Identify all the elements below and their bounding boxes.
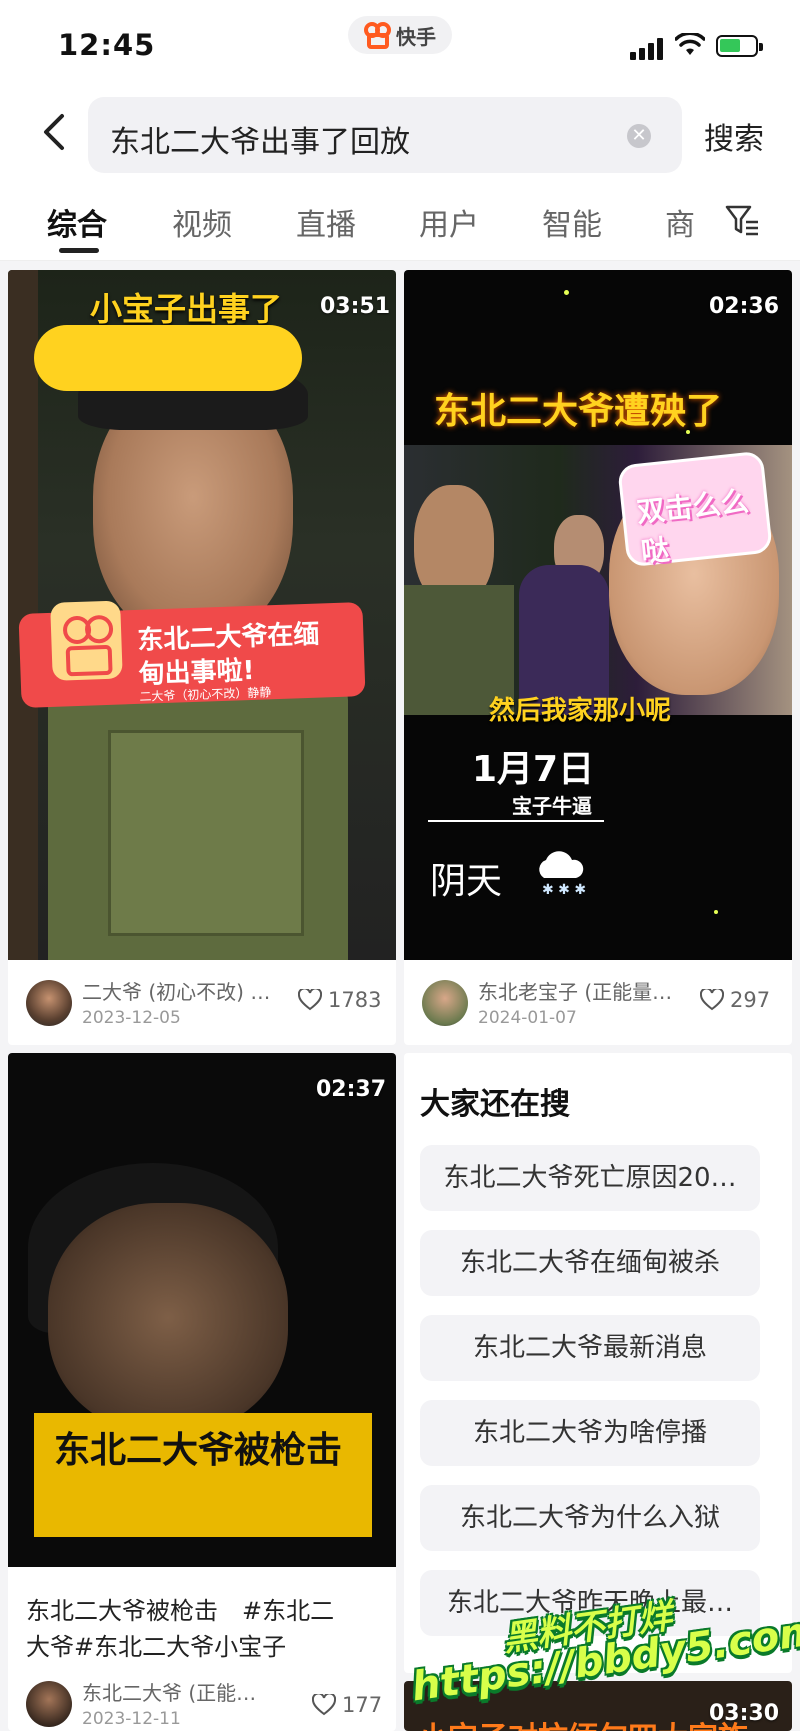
app-indicator[interactable]: 快手 — [348, 16, 452, 54]
video-card[interactable]: 小宝子出事了 03:51 东北二大爷在缅 甸出事啦! 二大爷（初心不改）静静 二… — [8, 270, 396, 1045]
date-overlay: 1月7日 — [472, 749, 595, 790]
heart-icon — [312, 1694, 336, 1716]
tab-user[interactable]: 用户 — [419, 200, 479, 244]
card-meta: 东北二大爷被枪击 #东北二 大爷#东北二大爷小宝子 东北二大爷 (正能… 202… — [8, 1567, 396, 1731]
video-card[interactable]: 东北二大爷遭殃了 02:36 双击么么哒 然后我家那小呢 1月7日 宝子牛逼 阴… — [404, 270, 792, 1045]
video-thumbnail: 02:37 东北二大爷被枪击 — [8, 1053, 396, 1567]
card-meta: 二大爷 (初心不改) … 2023-12-05 1783 — [8, 960, 396, 1045]
heart-icon — [298, 989, 322, 1011]
caption-line1: 东北二大爷被枪击 #东北二 — [26, 1597, 335, 1625]
avatar[interactable] — [422, 980, 468, 1026]
sign-text: 宝子牛逼 — [512, 794, 592, 818]
camera-icon — [50, 600, 123, 681]
video-duration: 02:37 — [316, 1077, 387, 1102]
video-thumbnail: 东北二大爷遭殃了 02:36 双击么么哒 然后我家那小呢 1月7日 宝子牛逼 阴… — [404, 270, 792, 960]
avatar[interactable] — [26, 1681, 72, 1727]
related-searches-title: 大家还在搜 — [420, 1087, 570, 1122]
post-date: 2023-12-11 — [82, 1709, 181, 1729]
red-banner: 东北二大爷在缅 甸出事啦! 二大爷（初心不改）静静 — [18, 600, 366, 708]
like-count[interactable]: 177 — [312, 1693, 382, 1717]
related-search-chip[interactable]: 东北二大爷为啥停播 — [420, 1400, 760, 1466]
battery-icon — [716, 35, 763, 57]
wifi-icon — [675, 33, 705, 55]
video-duration: 02:36 — [709, 294, 780, 319]
kuaishou-logo-icon — [364, 22, 391, 49]
related-search-chip[interactable]: 东北二大爷为什么入狱 — [420, 1485, 760, 1551]
like-number: 1783 — [328, 988, 382, 1012]
author-name[interactable]: 东北老宝子 (正能量… — [478, 976, 672, 1005]
video-card[interactable]: 02:37 东北二大爷被枪击 东北二大爷被枪击 #东北二 大爷#东北二大爷小宝子… — [8, 1053, 396, 1731]
tab-live[interactable]: 直播 — [296, 200, 356, 244]
like-count[interactable]: 297 — [700, 988, 770, 1012]
related-searches-panel: 大家还在搜 东北二大爷死亡原因20… 东北二大爷在缅甸被杀 东北二大爷最新消息 … — [404, 1053, 792, 1673]
result-tabs: 综合 视频 直播 用户 智能 商 — [0, 180, 800, 261]
app-name: 快手 — [396, 24, 436, 49]
post-date: 2024-01-07 — [478, 1008, 577, 1028]
overlay-title: 东北二大爷遭殃了 — [434, 391, 723, 432]
filter-icon[interactable] — [724, 202, 760, 238]
post-date: 2023-12-05 — [82, 1008, 181, 1028]
like-count[interactable]: 1783 — [298, 988, 381, 1012]
avatar[interactable] — [26, 980, 72, 1026]
tab-video[interactable]: 视频 — [172, 200, 232, 244]
overlay-title: 东北二大爷被枪击 — [54, 1430, 343, 1471]
svg-text:✱ ✱ ✱: ✱ ✱ ✱ — [542, 882, 586, 898]
like-number: 177 — [342, 1693, 383, 1717]
subtitle: 然后我家那小呢 — [489, 696, 672, 726]
author-name[interactable]: 东北二大爷 (正能… — [82, 1677, 256, 1706]
heart-icon — [700, 989, 724, 1011]
clock: 12:45 — [58, 28, 156, 62]
back-arrow-icon[interactable] — [38, 110, 74, 154]
person-face — [48, 1203, 288, 1433]
tab-comprehensive[interactable]: 综合 — [47, 200, 107, 244]
active-tab-indicator — [59, 248, 99, 253]
overlay-title: 小宝子出事了 — [90, 290, 283, 328]
related-search-chip[interactable]: 东北二大爷最新消息 — [420, 1315, 760, 1381]
search-query: 东北二大爷出事了回放 — [110, 125, 410, 160]
related-search-chip[interactable]: 东北二大爷死亡原因20… — [420, 1145, 760, 1211]
related-search-chip[interactable]: 东北二大爷在缅甸被杀 — [420, 1230, 760, 1296]
clear-icon[interactable]: ✕ — [627, 124, 651, 148]
caption-line2: 大爷#东北二大爷小宝子 — [26, 1633, 287, 1661]
gold-title-bar: 东北二大爷被枪击 — [34, 1413, 372, 1537]
yellow-censor-bar — [34, 325, 302, 391]
snow-cloud-icon: ✱ ✱ ✱ — [539, 851, 586, 898]
overlay-title: 小宝子对抗缅甸四大家族 — [418, 1713, 748, 1731]
tab-shop[interactable]: 商 — [665, 200, 695, 244]
card-meta: 东北老宝子 (正能量… 2024-01-07 297 — [404, 960, 792, 1045]
sticker-badge: 双击么么哒 — [617, 450, 773, 569]
search-header: 东北二大爷出事了回放 ✕ 搜索 — [0, 92, 800, 180]
cellular-signal-icon — [630, 38, 663, 60]
video-thumbnail: 小宝子出事了 03:51 东北二大爷在缅 甸出事啦! 二大爷（初心不改）静静 — [8, 270, 396, 960]
sticker-text: 双击么么哒 — [635, 484, 751, 569]
like-number: 297 — [730, 988, 771, 1012]
tab-smart[interactable]: 智能 — [542, 200, 602, 244]
search-button[interactable]: 搜索 — [704, 114, 764, 158]
weather-text: 阴天 — [430, 861, 503, 902]
author-name[interactable]: 二大爷 (初心不改) … — [82, 976, 270, 1005]
video-duration: 03:51 — [320, 294, 391, 319]
search-input[interactable]: 东北二大爷出事了回放 ✕ — [88, 97, 682, 173]
status-bar: 12:45 快手 — [0, 0, 800, 92]
